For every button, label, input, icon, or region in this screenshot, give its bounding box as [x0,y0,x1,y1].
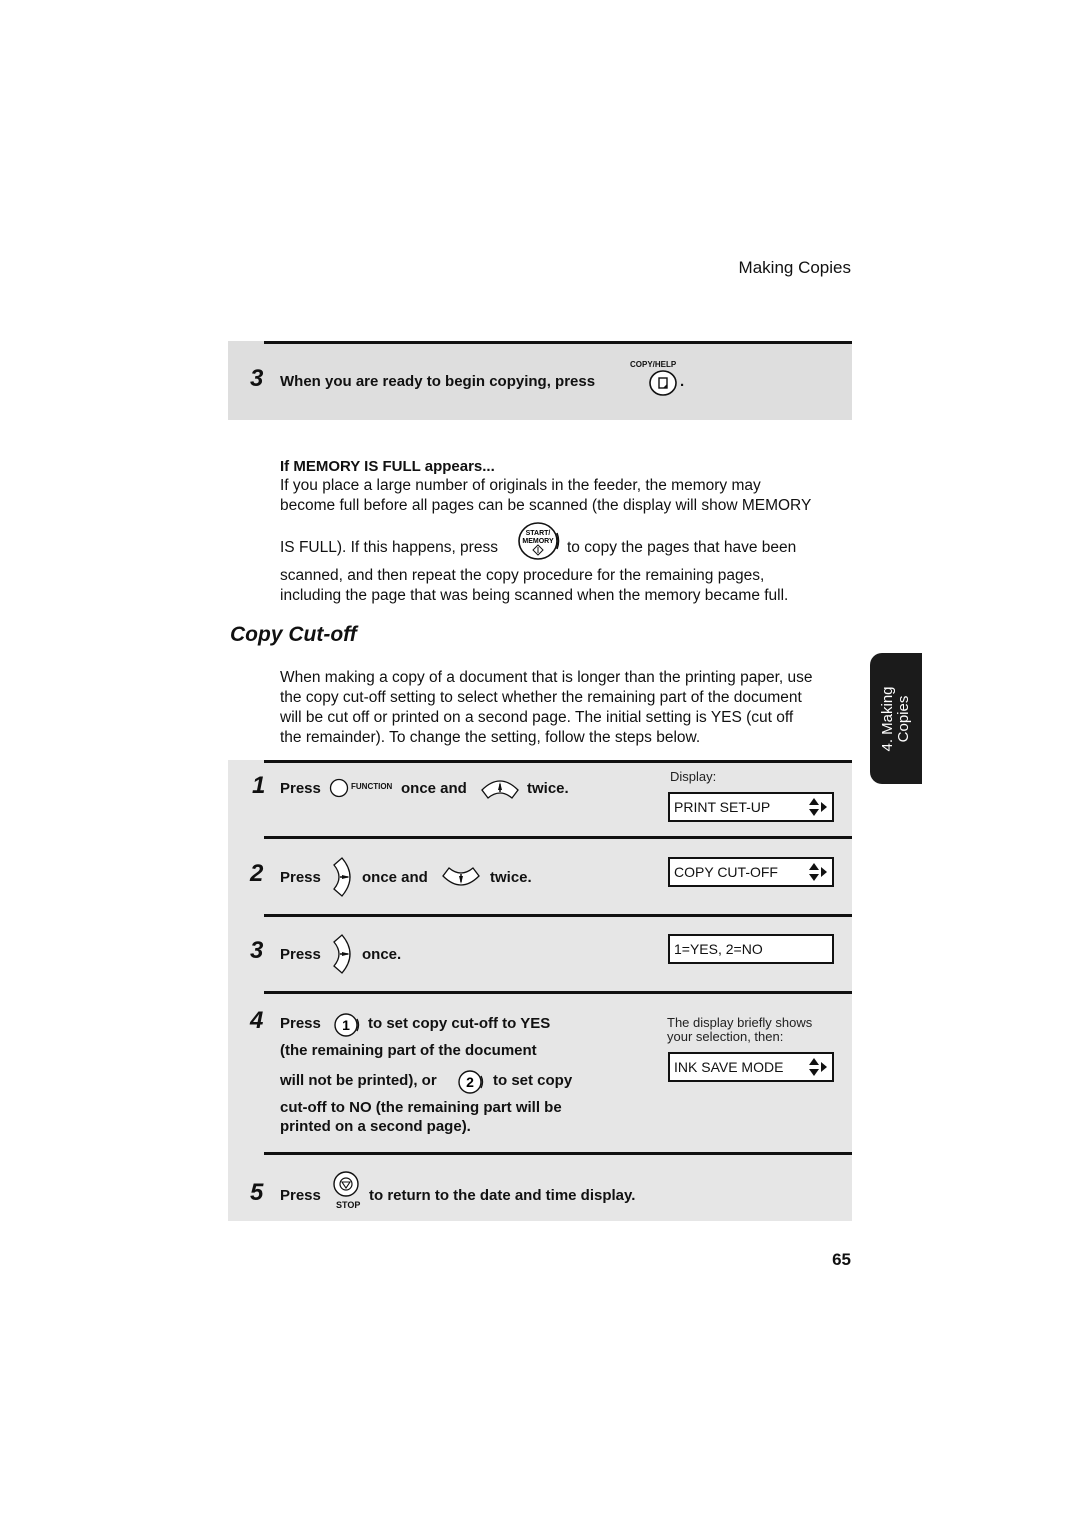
step-number: 1 [252,772,266,799]
right-arrow-key-icon[interactable] [330,933,356,975]
divider [264,991,852,994]
memory-note-line: IS FULL). If this happens, press [280,539,498,556]
intro-line: the copy cut-off setting to select wheth… [280,689,802,706]
divider [264,836,852,839]
memory-note-line: including the page that was being scanne… [280,587,789,604]
display-note: your selection, then: [667,1029,784,1044]
start-memory-key-icon[interactable]: START/MEMORY [516,521,562,561]
step-text: Press [280,869,321,886]
memory-note-line: to copy the pages that have been [567,539,797,556]
intro-line: When making a copy of a document that is… [280,669,813,686]
step-text: to set copy [493,1072,573,1089]
step-text: printed on a second page). [280,1118,471,1135]
page-number: 65 [832,1250,851,1269]
step-text: will not be printed), or [280,1072,437,1089]
memory-note-line: If you place a large number of originals… [280,477,761,494]
step-text: once and [401,780,467,797]
svg-text:1: 1 [342,1017,350,1033]
divider [264,341,852,344]
svg-text:MEMORY: MEMORY [522,538,554,545]
svg-text:START/: START/ [526,530,551,537]
memory-note-title: If MEMORY IS FULL appears... [280,458,495,475]
memory-note-line: become full before all pages can be scan… [280,497,812,514]
step-text: twice. [527,780,569,797]
step-text: Press [280,946,321,963]
lcd-text: 1=YES, 2=NO [674,941,763,957]
copy-help-key-icon[interactable] [648,369,678,397]
scroll-arrows-icon [809,863,827,881]
running-header: Making Copies [738,258,851,277]
function-key-icon[interactable] [329,778,351,798]
down-arrow-key-icon[interactable] [441,864,481,890]
divider [264,760,852,763]
step-number: 4 [250,1007,264,1034]
intro-line: the remainder). To change the setting, f… [280,729,701,746]
stop-key-icon[interactable] [332,1170,360,1198]
key-2-icon[interactable]: 2 [457,1069,485,1095]
intro-line: will be cut off or printed on a second p… [280,709,794,726]
step-text: to return to the date and time display. [369,1187,636,1204]
chapter-tab-label: 4. Making Copies [879,685,912,752]
copy-help-key-label: COPY/HELP [630,360,677,369]
scroll-arrows-icon [809,1058,827,1076]
step-number: 3 [250,937,264,964]
display-note: The display briefly shows [667,1015,813,1030]
chapter-tab[interactable]: 4. Making Copies [870,653,922,784]
section-heading: Copy Cut-off [230,623,357,646]
divider [264,914,852,917]
lcd-text: COPY CUT-OFF [674,864,778,880]
lcd-display: COPY CUT-OFF [668,857,834,887]
step-text: When you are ready to begin copying, pre… [280,373,596,390]
lcd-display: PRINT SET-UP [668,792,834,822]
step-text: twice. [490,869,532,886]
step-text: Press [280,1187,321,1204]
step-number: 3 [250,365,264,392]
lcd-text: PRINT SET-UP [674,799,771,815]
step-text: once. [362,946,402,963]
memory-note-line: scanned, and then repeat the copy proced… [280,567,765,584]
function-key-label: FUNCTION [351,782,393,791]
step-text: to set copy cut-off to YES [368,1015,551,1032]
stop-key-label: STOP [336,1200,361,1210]
step-text: once and [362,869,428,886]
lcd-text: INK SAVE MODE [674,1059,784,1075]
step-suffix: . [680,373,685,390]
step-text: Press [280,1015,321,1032]
step-number: 5 [250,1179,264,1206]
display-label: Display: [670,769,717,784]
step-text: cut-off to NO (the remaining part will b… [280,1099,562,1116]
up-arrow-key-icon[interactable] [480,776,520,802]
step-text: Press [280,780,321,797]
step-number: 2 [250,860,264,887]
lcd-display: 1=YES, 2=NO [668,934,834,964]
step-text: (the remaining part of the document [280,1042,537,1059]
svg-text:2: 2 [466,1074,474,1090]
key-1-icon[interactable]: 1 [333,1012,361,1038]
lcd-display: INK SAVE MODE [668,1052,834,1082]
scroll-arrows-icon [809,798,827,816]
right-arrow-key-icon[interactable] [330,856,356,898]
divider [264,1152,852,1155]
